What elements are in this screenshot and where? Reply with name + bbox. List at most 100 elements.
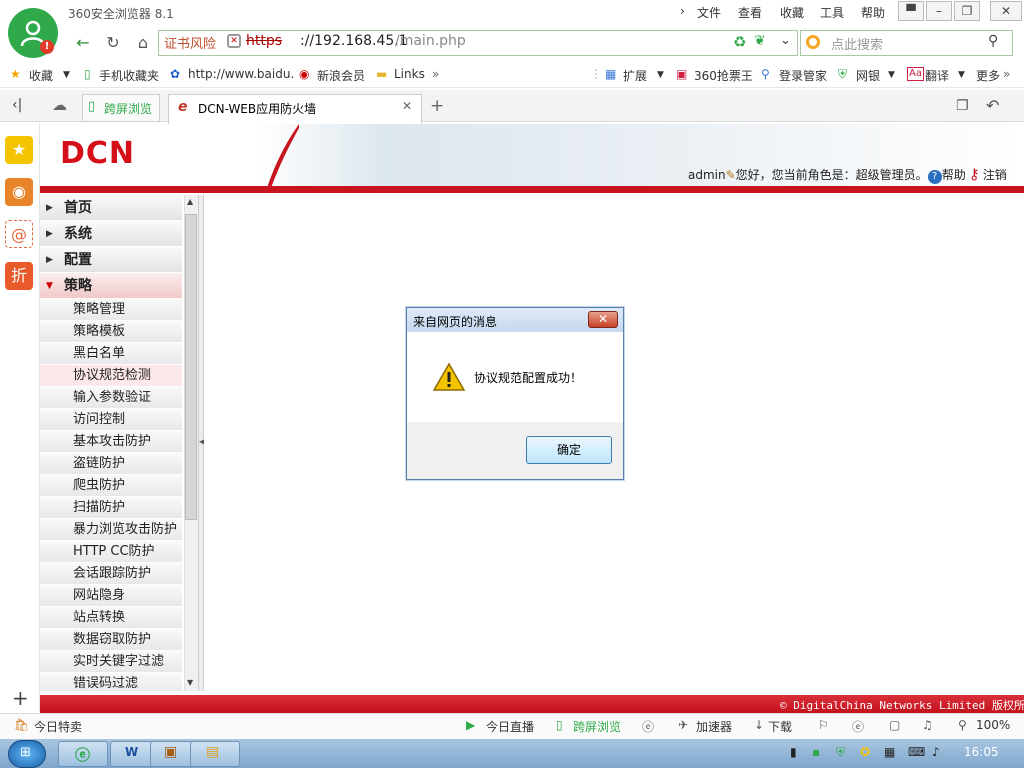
menu-item[interactable]: 站点转换 bbox=[40, 607, 182, 629]
menu-item[interactable]: 错误码过滤 bbox=[40, 673, 182, 691]
favorites-star-icon[interactable]: ★ bbox=[5, 136, 33, 164]
close-tab-icon[interactable]: ✕ bbox=[402, 99, 412, 113]
status-accelerator[interactable]: 加速器 bbox=[696, 718, 732, 735]
close-icon[interactable]: ✕ bbox=[990, 1, 1022, 21]
menu-item[interactable]: 策略模板 bbox=[40, 321, 182, 343]
compat-mode-icon[interactable]: ♻ bbox=[733, 33, 746, 51]
fav-links[interactable]: Links bbox=[394, 67, 425, 81]
menu-group-policy[interactable]: ▼ 策略 bbox=[40, 273, 182, 299]
status-download[interactable]: 下载 bbox=[768, 718, 792, 735]
menu-item[interactable]: 爬虫防护 bbox=[40, 475, 182, 497]
fav-translate[interactable]: 翻译 bbox=[925, 67, 949, 84]
tray-icon-4[interactable]: ▦ bbox=[884, 745, 895, 759]
menu-item[interactable]: 输入参数验证 bbox=[40, 387, 182, 409]
menu-item[interactable]: 黑白名单 bbox=[40, 343, 182, 365]
fav-sina[interactable]: 新浪会员 bbox=[317, 67, 365, 84]
logout-link[interactable]: 注销 bbox=[983, 168, 1007, 182]
tray-icon-3[interactable]: ✪ bbox=[860, 745, 870, 759]
ie-outline-icon[interactable]: ⓔ bbox=[642, 718, 654, 735]
maximize-icon[interactable]: ❐ bbox=[954, 1, 980, 21]
chevron-down-icon[interactable]: ▼ bbox=[657, 70, 664, 80]
tray-shield-icon[interactable]: ⛨ bbox=[836, 745, 845, 760]
status-live[interactable]: 今日直播 bbox=[486, 718, 534, 735]
email-icon[interactable]: @ bbox=[5, 220, 33, 248]
skin-icon[interactable]: ▀ bbox=[898, 1, 924, 21]
fav-more[interactable]: 更多 bbox=[976, 67, 1000, 84]
menu-item[interactable]: 数据窃取防护 bbox=[40, 629, 182, 651]
certificate-warning[interactable]: 证书风险 bbox=[164, 33, 216, 52]
minimize-icon[interactable]: – bbox=[926, 1, 952, 21]
network-icon[interactable]: ⌨ bbox=[908, 745, 925, 759]
more-icon[interactable]: » bbox=[1003, 67, 1010, 81]
menu-view[interactable]: 查看 bbox=[738, 4, 762, 21]
fav-extension[interactable]: 扩展 bbox=[623, 67, 647, 84]
tray-icon-1[interactable]: ▮ bbox=[790, 745, 797, 759]
discount-icon[interactable]: 折 bbox=[5, 262, 33, 290]
refresh-icon[interactable]: ↻ bbox=[100, 31, 126, 55]
tray-icon-2[interactable]: ▪ bbox=[812, 745, 820, 759]
status-deals[interactable]: 今日特卖 bbox=[34, 718, 82, 735]
fav-mobile[interactable]: 手机收藏夹 bbox=[99, 67, 159, 84]
fav-baidu[interactable]: http://www.baidu. bbox=[188, 67, 294, 81]
menu-item[interactable]: 暴力浏览攻击防护 bbox=[40, 519, 182, 541]
menu-item[interactable]: 扫描防护 bbox=[40, 497, 182, 519]
scroll-up-icon[interactable]: ▲ bbox=[187, 197, 193, 206]
search-engine-icon[interactable] bbox=[806, 35, 820, 49]
sidebar-toggle-icon[interactable]: ‹| bbox=[12, 97, 22, 113]
help-icon[interactable]: ? bbox=[927, 170, 942, 184]
chevron-down-icon[interactable]: ⌄ bbox=[780, 33, 791, 48]
search-icon[interactable]: ⚲ bbox=[988, 33, 998, 49]
fav-login[interactable]: 登录管家 bbox=[779, 67, 827, 84]
menu-item[interactable]: 会话跟踪防护 bbox=[40, 563, 182, 585]
menu-item[interactable]: 基本攻击防护 bbox=[40, 431, 182, 453]
clock[interactable]: 16:05 bbox=[964, 745, 999, 759]
volume-icon[interactable]: ♫ bbox=[922, 718, 933, 732]
menu-item[interactable]: 策略管理 bbox=[40, 299, 182, 321]
chevron-down-icon[interactable]: ▼ bbox=[888, 70, 895, 80]
chevron-down-icon[interactable]: ▼ bbox=[63, 70, 70, 80]
add-icon[interactable]: + bbox=[12, 686, 29, 710]
restore-tabs-icon[interactable]: ❐ bbox=[956, 98, 969, 114]
menu-item[interactable]: 网站隐身 bbox=[40, 585, 182, 607]
home-icon[interactable]: ⌂ bbox=[130, 31, 156, 55]
menu-item-selected[interactable]: 协议规范检测 bbox=[40, 365, 182, 387]
zoom-level[interactable]: 100% bbox=[976, 718, 1010, 732]
menu-group-system[interactable]: ▶ 系统 bbox=[40, 221, 182, 247]
menu-tools[interactable]: 工具 bbox=[820, 4, 844, 21]
flag-icon[interactable]: ⚐ bbox=[818, 718, 829, 732]
undo-close-icon[interactable]: ↶ bbox=[986, 96, 999, 115]
ok-button[interactable]: 确定 bbox=[526, 436, 612, 464]
key-icon[interactable]: ⚷ bbox=[969, 165, 980, 183]
help-link[interactable]: 帮助 bbox=[942, 168, 966, 182]
cloud-icon[interactable]: ☁ bbox=[52, 96, 67, 114]
window-icon[interactable]: ▢ bbox=[889, 718, 900, 732]
menu-item[interactable]: 访问控制 bbox=[40, 409, 182, 431]
menu-scroll-thumb[interactable] bbox=[185, 214, 197, 520]
volume-icon[interactable]: ♪ bbox=[932, 745, 940, 759]
menu-file[interactable]: 文件 bbox=[697, 4, 721, 21]
search-input[interactable]: 点此搜索 bbox=[831, 34, 883, 53]
more-icon[interactable]: » bbox=[432, 67, 439, 81]
menu-group-config[interactable]: ▶ 配置 bbox=[40, 247, 182, 273]
fav-ticket[interactable]: 360抢票王 bbox=[694, 67, 753, 84]
rocket-icon: ✈ bbox=[678, 718, 689, 732]
menu-group-home[interactable]: ▶ 首页 bbox=[40, 195, 182, 221]
browser-icon[interactable]: ⓔ bbox=[852, 718, 864, 735]
back-icon[interactable]: ← bbox=[70, 31, 96, 55]
menu-help[interactable]: 帮助 bbox=[861, 4, 885, 21]
fav-bank[interactable]: 网银 bbox=[856, 67, 880, 84]
fav-collect[interactable]: 收藏 bbox=[29, 67, 53, 84]
menu-favorites[interactable]: 收藏 bbox=[780, 4, 804, 21]
weibo-icon[interactable]: ◉ bbox=[5, 178, 33, 206]
menu-item[interactable]: HTTP CC防护 bbox=[40, 541, 182, 563]
leaf-icon[interactable]: ❦ bbox=[754, 33, 766, 49]
menu-item[interactable]: 实时关键字过滤 bbox=[40, 651, 182, 673]
menu-item[interactable]: 盗链防护 bbox=[40, 453, 182, 475]
chevron-down-icon[interactable]: ▼ bbox=[958, 70, 965, 80]
dialog-close-button[interactable]: ✕ bbox=[588, 311, 618, 328]
status-sync[interactable]: 跨屏浏览 bbox=[573, 718, 621, 735]
lock-broken-icon[interactable]: ✕ bbox=[227, 34, 241, 48]
new-tab-icon[interactable]: + bbox=[430, 96, 444, 116]
scroll-down-icon[interactable]: ▼ bbox=[187, 678, 193, 687]
edit-icon[interactable]: ✎ bbox=[726, 168, 736, 182]
